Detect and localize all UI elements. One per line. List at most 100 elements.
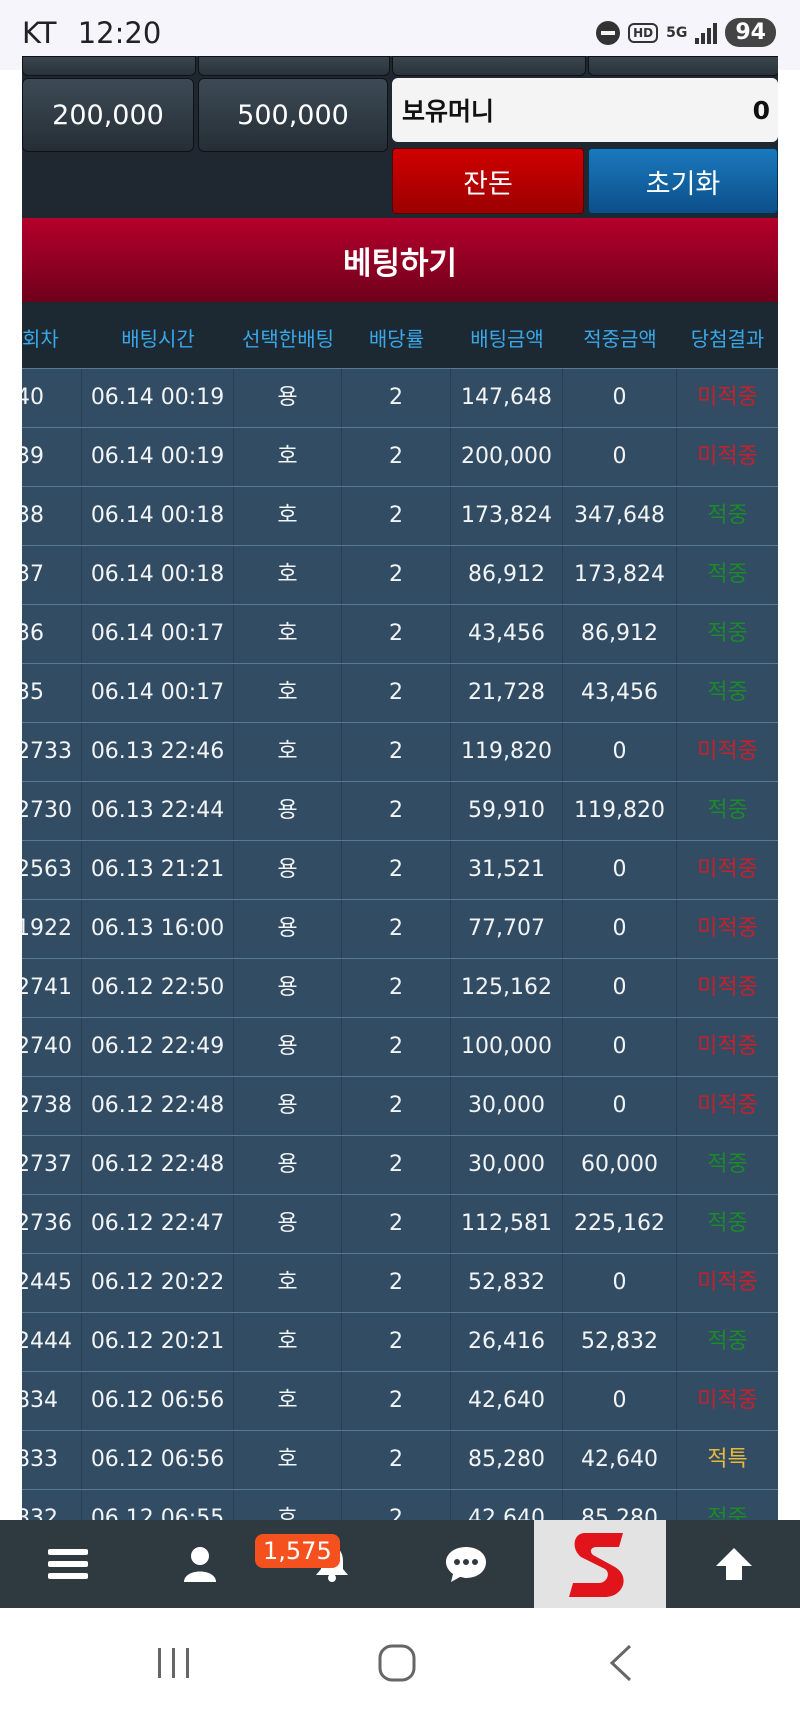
cell-win-amount: 0 [563, 723, 677, 781]
reset-button[interactable]: 초기화 [588, 148, 778, 214]
cell-round: 40 [22, 369, 82, 427]
cell-odds: 2 [342, 1431, 451, 1489]
cell-round: 1922 [22, 900, 82, 958]
holding-money-box: 보유머니 0 [392, 78, 778, 142]
amount-button-partial[interactable] [198, 56, 390, 76]
cell-odds: 2 [342, 605, 451, 663]
cell-round: 36 [22, 605, 82, 663]
table-row: 4006.14 00:19용2147,6480 미적중 [22, 368, 778, 427]
table-row: 244506.12 20:22호252,8320 미적중 [22, 1253, 778, 1312]
cell-result: 미적중 [697, 1034, 758, 1059]
cell-bet-amount: 59,910 [451, 782, 563, 840]
cell-round: 834 [22, 1372, 82, 1430]
cell-bet-time: 06.12 22:48 [82, 1077, 234, 1135]
cell-win-amount: 0 [563, 900, 677, 958]
back-icon[interactable] [608, 1644, 634, 1682]
table-row: 83406.12 06:56호242,6400 미적중 [22, 1371, 778, 1430]
amount-200000-button[interactable]: 200,000 [22, 78, 194, 152]
header-odds: 배당률 [368, 326, 425, 351]
cell-bet-amount: 119,820 [451, 723, 563, 781]
holding-money-value: 0 [752, 95, 770, 125]
cell-odds: 2 [342, 546, 451, 604]
place-bet-button[interactable]: 베팅하기 [22, 218, 778, 302]
cell-odds: 2 [342, 1490, 451, 1520]
cell-pick: 호 [234, 723, 342, 781]
cell-bet-time: 06.13 21:21 [82, 841, 234, 899]
table-body: 4006.14 00:19용2147,6480미적중3906.14 00:19호… [22, 368, 778, 1520]
cell-bet-time: 06.13 16:00 [82, 900, 234, 958]
cell-bet-time: 06.12 06:56 [82, 1372, 234, 1430]
site-logo-button[interactable] [534, 1520, 666, 1608]
cell-pick: 용 [234, 841, 342, 899]
table-row: 273606.12 22:47용2112,581225,162 적중 [22, 1194, 778, 1253]
cell-bet-time: 06.12 22:47 [82, 1195, 234, 1253]
home-icon[interactable] [378, 1644, 416, 1682]
chat-button[interactable] [416, 1520, 516, 1608]
arrow-up-icon [716, 1548, 752, 1580]
cell-bet-time: 06.14 00:17 [82, 605, 234, 663]
header-win-amount: 적중금액 [583, 326, 657, 351]
header-round: 회차 [22, 326, 59, 351]
cell-result: 미적중 [697, 916, 758, 941]
amount-button-partial[interactable] [588, 56, 778, 76]
betting-panel: 200,000 500,000 보유머니 0 잔돈 초기화 베팅하기 회차 배팅… [22, 56, 778, 1520]
clock: 12:20 [77, 16, 162, 50]
cell-round: 37 [22, 546, 82, 604]
recent-apps-icon[interactable] [156, 1646, 192, 1680]
cell-bet-amount: 42,640 [451, 1490, 563, 1520]
signal-icon [695, 22, 718, 44]
cell-bet-time: 06.14 00:18 [82, 546, 234, 604]
scroll-top-button[interactable] [684, 1520, 784, 1608]
cell-odds: 2 [342, 782, 451, 840]
cell-bet-amount: 100,000 [451, 1018, 563, 1076]
cell-round: 2733 [22, 723, 82, 781]
amount-button-partial[interactable] [392, 56, 586, 76]
cell-result: 미적중 [697, 739, 758, 764]
cell-bet-amount: 52,832 [451, 1254, 563, 1312]
cell-bet-amount: 26,416 [451, 1313, 563, 1371]
cell-win-amount: 0 [563, 1372, 677, 1430]
balance-button[interactable]: 잔돈 [392, 148, 584, 214]
cell-bet-amount: 30,000 [451, 1136, 563, 1194]
bet-controls: 200,000 500,000 보유머니 0 잔돈 초기화 [22, 56, 778, 216]
header-bet-amount: 배팅금액 [470, 326, 544, 351]
cell-odds: 2 [342, 1077, 451, 1135]
cell-round: 35 [22, 664, 82, 722]
table-row: 3706.14 00:18호286,912173,824 적중 [22, 545, 778, 604]
cell-result: 적중 [707, 503, 748, 528]
status-left: KT 12:20 [22, 16, 161, 50]
cell-pick: 용 [234, 1018, 342, 1076]
cell-bet-amount: 21,728 [451, 664, 563, 722]
cell-odds: 2 [342, 1136, 451, 1194]
status-right: HD 5G 94 [596, 18, 776, 47]
menu-button[interactable] [18, 1520, 118, 1608]
cell-bet-time: 06.12 20:21 [82, 1313, 234, 1371]
cell-bet-amount: 43,456 [451, 605, 563, 663]
cell-odds: 2 [342, 959, 451, 1017]
cell-bet-amount: 173,824 [451, 487, 563, 545]
cell-pick: 용 [234, 1195, 342, 1253]
profile-button[interactable] [150, 1520, 250, 1608]
amount-500000-button[interactable]: 500,000 [198, 78, 388, 152]
cell-round: 2737 [22, 1136, 82, 1194]
cell-win-amount: 0 [563, 428, 677, 486]
cell-round: 2740 [22, 1018, 82, 1076]
cell-odds: 2 [342, 723, 451, 781]
cell-bet-amount: 31,521 [451, 841, 563, 899]
table-row: 273806.12 22:48용230,0000 미적중 [22, 1076, 778, 1135]
cell-odds: 2 [342, 664, 451, 722]
bet-history-table: 회차 배팅시간 선택한배팅 배당률 배팅금액 적중금액 당첨결과 4006.14… [22, 306, 778, 1520]
cell-odds: 2 [342, 1313, 451, 1371]
table-row: 244406.12 20:21호226,41652,832 적중 [22, 1312, 778, 1371]
cell-result: 미적중 [697, 385, 758, 410]
header-bet-time: 배팅시간 [121, 326, 195, 351]
cell-pick: 용 [234, 1077, 342, 1135]
cell-result: 적중 [707, 1506, 748, 1520]
amount-button-partial[interactable] [22, 56, 196, 76]
cell-odds: 2 [342, 1372, 451, 1430]
cell-bet-amount: 30,000 [451, 1077, 563, 1135]
header-result: 당첨결과 [690, 326, 765, 351]
cell-bet-time: 06.12 06:55 [82, 1490, 234, 1520]
cell-pick: 용 [234, 1136, 342, 1194]
cell-win-amount: 173,824 [563, 546, 677, 604]
